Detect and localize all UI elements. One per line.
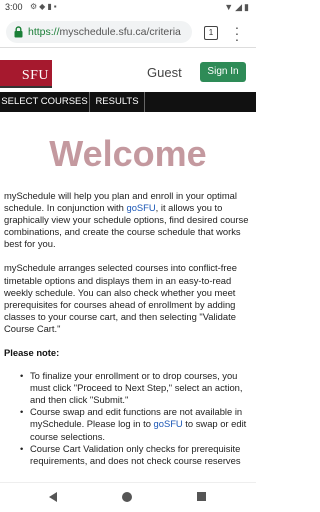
notes-list: To finalize your enrollment or to drop c… [4, 370, 252, 467]
gosfu-link[interactable]: goSFU [154, 418, 183, 429]
main-nav: SELECT COURSES RESULTS [0, 92, 256, 112]
list-item: Course Cart Validation only checks for p… [20, 443, 252, 467]
tab-results[interactable]: RESULTS [90, 92, 145, 112]
list-item: To finalize your enrollment or to drop c… [20, 370, 252, 406]
browser-address-bar: https://myschedule.sfu.ca/criteria 1 · · · [0, 16, 256, 48]
sfu-logo[interactable]: SFU [0, 60, 52, 86]
list-item: Course swap and edit functions are not a… [20, 406, 252, 442]
recents-icon[interactable] [197, 492, 206, 501]
page-title: Welcome [49, 133, 207, 174]
sign-in-button[interactable]: Sign In [200, 62, 246, 82]
lock-icon [14, 26, 23, 38]
gear-icon: ⚙ [30, 2, 40, 11]
tab-select-courses[interactable]: SELECT COURSES [0, 92, 90, 112]
home-icon[interactable] [122, 492, 132, 502]
signal-icon: ◢ [235, 2, 245, 12]
description-paragraph: mySchedule arranges selected courses int… [4, 262, 237, 334]
intro-paragraph: mySchedule will help you plan and enroll… [4, 190, 252, 250]
url-field[interactable]: https://myschedule.sfu.ca/criteria [6, 21, 192, 43]
wifi-icon: ▼ [224, 2, 236, 12]
tab-switcher-button[interactable]: 1 [204, 26, 218, 40]
gosfu-link[interactable]: goSFU [126, 202, 155, 213]
overflow-menu-icon[interactable]: · · · [234, 20, 240, 46]
site-header: SFU Guest Sign In [0, 48, 256, 92]
status-left-icons: ⚙◆▮▪ [30, 2, 59, 11]
url-path: myschedule.sfu.ca/criteria [59, 26, 181, 38]
sfu-logo-text: SFU [21, 68, 49, 83]
main-content: Welcome mySchedule will help you plan an… [0, 112, 256, 482]
guest-label: Guest [147, 65, 182, 80]
url-text[interactable]: https://myschedule.sfu.ca/criteria [28, 25, 190, 39]
lock-icon: ▪ [53, 2, 59, 11]
note-heading: Please note: [4, 347, 60, 359]
logo-underline [0, 86, 52, 88]
status-right-icons: ▼◢▮ [224, 2, 251, 13]
status-bar: 3:00 ⚙◆▮▪ ▼◢▮ [0, 0, 256, 16]
back-icon[interactable] [49, 492, 57, 502]
android-nav-bar [0, 482, 256, 512]
status-time: 3:00 [5, 2, 23, 12]
url-scheme: https:// [28, 26, 60, 38]
battery-icon: ▮ [244, 2, 251, 12]
